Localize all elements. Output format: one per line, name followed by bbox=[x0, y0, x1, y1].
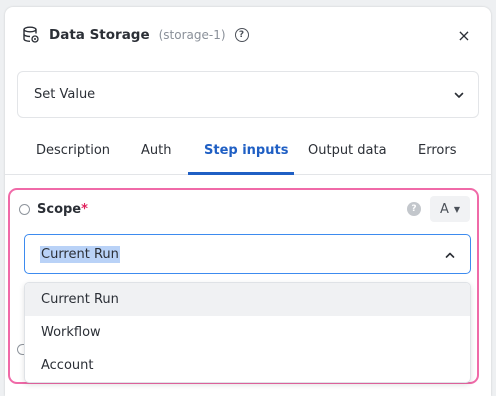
action-select[interactable]: Set Value bbox=[17, 71, 479, 118]
scope-field-header: Scope * ? A ▼ bbox=[19, 196, 471, 222]
field-status-dot bbox=[19, 203, 30, 215]
tab-errors[interactable]: Errors bbox=[418, 125, 456, 175]
caret-down-icon: ▼ bbox=[453, 204, 461, 214]
input-type-label: A bbox=[439, 201, 449, 217]
option-workflow[interactable]: Workflow bbox=[25, 316, 470, 349]
option-current-run[interactable]: Current Run bbox=[25, 283, 470, 316]
tab-step-inputs[interactable]: Step inputs bbox=[204, 125, 288, 175]
scope-label: Scope bbox=[37, 201, 82, 217]
scope-dropdown-menu: Current Run Workflow Account bbox=[24, 282, 471, 383]
panel-header: Data Storage (storage-1) ? × bbox=[5, 7, 491, 63]
panel-title: Data Storage bbox=[49, 27, 150, 43]
tab-bar: Description Auth Step inputs Output data… bbox=[5, 125, 491, 175]
input-type-toggle[interactable]: A ▼ bbox=[430, 196, 470, 222]
panel-subtitle: (storage-1) bbox=[158, 28, 226, 42]
question-icon[interactable]: ? bbox=[407, 202, 421, 216]
option-account[interactable]: Account bbox=[25, 349, 470, 382]
tab-description[interactable]: Description bbox=[36, 125, 110, 175]
database-icon bbox=[23, 26, 39, 43]
chevron-up-icon bbox=[445, 252, 455, 258]
tab-auth[interactable]: Auth bbox=[141, 125, 171, 175]
tab-output-data[interactable]: Output data bbox=[308, 125, 387, 175]
required-mark: * bbox=[81, 201, 88, 217]
chevron-down-icon bbox=[454, 92, 464, 98]
scope-select-value: Current Run bbox=[40, 245, 120, 263]
help-icon[interactable]: ? bbox=[234, 28, 249, 42]
scope-select[interactable]: Current Run bbox=[24, 234, 471, 274]
active-tab-indicator bbox=[188, 172, 294, 175]
action-select-value: Set Value bbox=[34, 87, 96, 102]
close-button[interactable]: × bbox=[455, 24, 473, 46]
